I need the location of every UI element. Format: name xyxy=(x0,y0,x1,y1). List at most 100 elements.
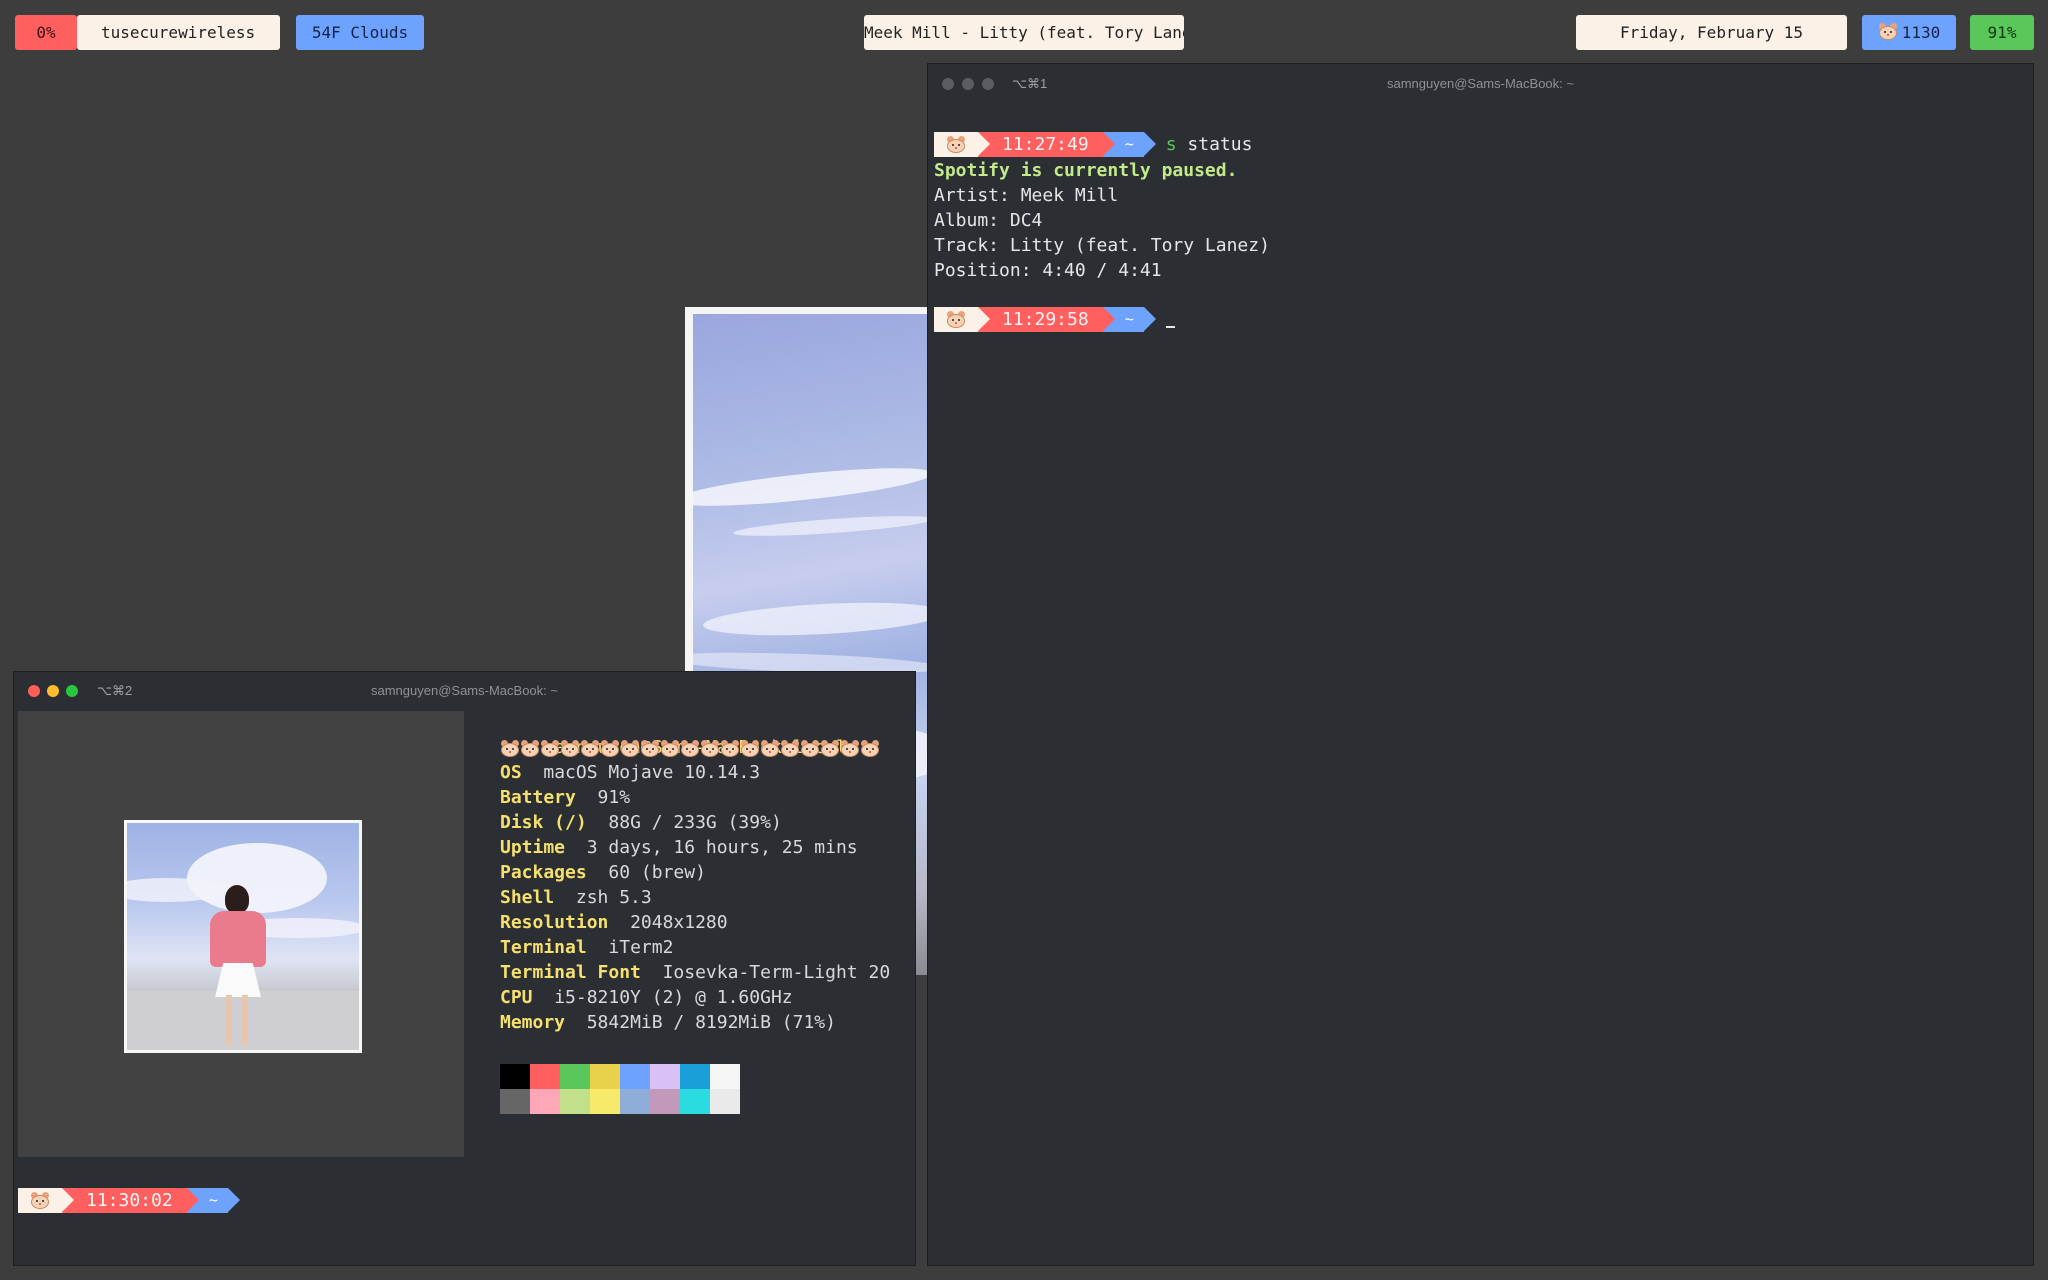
hamster-icon xyxy=(740,739,760,758)
info-key: Packages xyxy=(500,862,587,883)
info-line: Shell zsh 5.3 xyxy=(500,885,652,910)
hamster-icon xyxy=(640,739,660,758)
color-swatch xyxy=(590,1089,620,1114)
info-line: Packages 60 (brew) xyxy=(500,860,706,885)
shell-prompt[interactable]: 11:30:02 ~ xyxy=(18,1188,240,1213)
info-value: 60 (brew) xyxy=(608,862,706,883)
clock-time: 1130 xyxy=(1901,23,1941,42)
color-swatch xyxy=(710,1064,740,1089)
info-key: Terminal Font xyxy=(500,962,641,983)
shell-prompt[interactable]: 11:29:58 ~ xyxy=(934,307,1175,332)
hamster-icon xyxy=(1878,23,1898,41)
hamster-icon xyxy=(860,739,880,758)
hamster-icon xyxy=(820,739,840,758)
window-title: samnguyen@Sams-MacBook: ~ xyxy=(371,683,558,698)
hamster-icon xyxy=(780,739,800,758)
hamster-icon xyxy=(800,739,820,758)
info-line: CPU i5-8210Y (2) @ 1.60GHz xyxy=(500,985,793,1010)
info-value: 3 days, 16 hours, 25 mins xyxy=(586,837,858,858)
info-value: iTerm2 xyxy=(608,937,674,958)
color-swatch xyxy=(560,1089,590,1114)
now-playing-indicator[interactable]: Meek Mill - Litty (feat. Tory Lanez) xyxy=(864,15,1184,50)
hamster-icon xyxy=(760,739,780,758)
output-line: Artist: Meek Mill xyxy=(934,185,1119,206)
hamster-icon xyxy=(30,1191,50,1210)
hamster-separator xyxy=(500,738,880,758)
terminal-2-titlebar[interactable]: ⌥⌘2 samnguyen@Sams-MacBook: ~ xyxy=(14,672,915,710)
info-value: zsh 5.3 xyxy=(575,887,652,908)
info-key: Terminal xyxy=(500,937,587,958)
hamster-icon xyxy=(946,310,966,329)
wifi-indicator[interactable]: tusecurewireless xyxy=(77,15,280,50)
color-swatch xyxy=(620,1064,650,1089)
hamster-icon xyxy=(720,739,740,758)
info-line: Memory 5842MiB / 8192MiB (71%) xyxy=(500,1010,836,1035)
info-value: 88G / 233G (39%) xyxy=(608,812,782,833)
prompt-time: 11:30:02 xyxy=(62,1188,199,1213)
output-line: Spotify is currently paused. xyxy=(934,160,1238,181)
info-key: Battery xyxy=(500,787,576,808)
color-swatch xyxy=(650,1089,680,1114)
info-line: Disk (/) 88G / 233G (39%) xyxy=(500,810,782,835)
info-line: OS macOS Mojave 10.14.3 xyxy=(500,760,760,785)
hamster-icon xyxy=(946,135,966,154)
hamster-icon xyxy=(680,739,700,758)
hamster-icon xyxy=(840,739,860,758)
clock-indicator[interactable]: 1130 xyxy=(1862,15,1956,50)
color-swatch xyxy=(500,1089,530,1114)
info-value: macOS Mojave 10.14.3 xyxy=(543,762,761,783)
color-swatch xyxy=(530,1064,560,1089)
info-key: Memory xyxy=(500,1012,566,1033)
prompt-time: 11:29:58 xyxy=(978,307,1115,332)
color-swatch xyxy=(680,1089,710,1114)
hamster-icon xyxy=(660,739,680,758)
date-indicator[interactable]: Friday, February 15 xyxy=(1576,15,1847,50)
command-text: status xyxy=(1187,134,1253,155)
output-line: Position: 4:40 / 4:41 xyxy=(934,260,1162,281)
info-key: Shell xyxy=(500,887,555,908)
output-line: Album: DC4 xyxy=(934,210,1043,231)
neofetch-artwork xyxy=(124,820,362,1053)
hamster-icon xyxy=(600,739,620,758)
color-swatch xyxy=(530,1089,560,1114)
info-key: Resolution xyxy=(500,912,609,933)
terminal-window-1[interactable]: ⌥⌘1 samnguyen@Sams-MacBook: ~ 11:27:49 ~… xyxy=(927,63,2034,1266)
info-line: Uptime 3 days, 16 hours, 25 mins xyxy=(500,835,858,860)
hamster-icon xyxy=(700,739,720,758)
info-line: Terminal Font Iosevka-Term-Light 20 xyxy=(500,960,890,985)
info-key: CPU xyxy=(500,987,533,1008)
text-cursor xyxy=(1165,326,1175,328)
weather-indicator[interactable]: 54F Clouds xyxy=(296,15,424,50)
info-value: 5842MiB / 8192MiB (71%) xyxy=(586,1012,836,1033)
shell-prompt: 11:27:49 ~ s status xyxy=(934,132,1252,157)
info-value: 2048x1280 xyxy=(630,912,728,933)
prompt-time: 11:27:49 xyxy=(978,132,1115,157)
window-title: samnguyen@Sams-MacBook: ~ xyxy=(1387,76,1574,91)
color-swatch xyxy=(710,1089,740,1114)
info-value: i5-8210Y (2) @ 1.60GHz xyxy=(554,987,793,1008)
hamster-icon xyxy=(500,739,520,758)
terminal-1-titlebar[interactable]: ⌥⌘1 samnguyen@Sams-MacBook: ~ xyxy=(928,64,2033,104)
hamster-icon xyxy=(520,739,540,758)
info-key: Uptime xyxy=(500,837,566,858)
color-swatch xyxy=(500,1064,530,1089)
terminal-window-2[interactable]: ⌥⌘2 samnguyen@Sams-MacBook: ~ samnguyen@… xyxy=(13,671,916,1266)
color-swatch xyxy=(620,1089,650,1114)
hamster-icon xyxy=(540,739,560,758)
output-line: Track: Litty (feat. Tory Lanez) xyxy=(934,235,1270,256)
info-value: 91% xyxy=(597,787,631,808)
battery-indicator[interactable]: 91% xyxy=(1970,15,2034,50)
info-key: Disk (/) xyxy=(500,812,587,833)
volume-indicator[interactable]: 0% xyxy=(15,15,77,50)
info-line: Battery 91% xyxy=(500,785,630,810)
command-prefix: s xyxy=(1165,134,1177,155)
info-line: Resolution 2048x1280 xyxy=(500,910,728,935)
hamster-icon xyxy=(620,739,640,758)
hamster-icon xyxy=(560,739,580,758)
neofetch-image-panel xyxy=(18,711,464,1157)
color-swatch xyxy=(560,1064,590,1089)
info-key: OS xyxy=(500,762,522,783)
info-line: Terminal iTerm2 xyxy=(500,935,673,960)
color-swatch xyxy=(590,1064,620,1089)
info-value: Iosevka-Term-Light 20 xyxy=(662,962,891,983)
